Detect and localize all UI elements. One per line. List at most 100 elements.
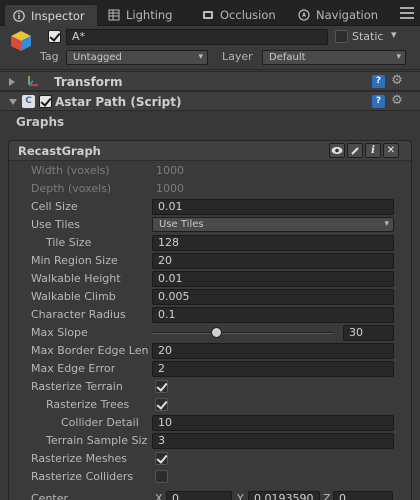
tab-inspector[interactable]: Inspector [4,4,98,26]
center-row: Center X 0 Y 0.0193590 Z 0 [0,490,420,500]
rasterize-trees-label: Rasterize Trees [46,398,130,411]
pencil-icon[interactable] [347,143,363,158]
max-border-row: Max Border Edge Len 20 [0,342,420,360]
static-label: Static [352,30,384,43]
tab-navigation[interactable]: Navigation [290,4,390,26]
astar-foldout-icon[interactable] [9,99,17,105]
center-y-label: Y [237,492,244,500]
layer-label: Layer [222,50,253,63]
object-name-field[interactable]: A* [66,29,328,45]
collider-detail-row: Collider Detail 10 [0,414,420,432]
depth-row: Depth (voxels) 1000 [0,180,420,198]
character-radius-field[interactable]: 0.1 [152,307,394,323]
width-value: 1000 [156,164,184,177]
min-region-field[interactable]: 20 [152,253,394,269]
cell-size-label: Cell Size [31,200,78,213]
close-icon[interactable]: ✕ [383,143,399,158]
astar-path-component-header[interactable]: C Astar Path (Script) ? ⚙ [0,91,420,111]
rasterize-terrain-row: Rasterize Terrain [0,378,420,396]
max-slope-label: Max Slope [31,326,88,339]
center-x-label: X [155,492,163,500]
center-y-field[interactable]: 0.0193590 [248,491,320,500]
character-radius-row: Character Radius 0.1 [0,306,420,324]
collider-detail-label: Collider Detail [61,416,139,429]
transform-title: Transform [54,75,123,89]
script-icon: C [22,95,35,108]
info-icon [13,9,25,22]
tab-bar: Inspector Lighting Occlusion Navigation [0,0,420,26]
cell-size-field[interactable]: 0.01 [152,199,394,215]
rasterize-trees-checkbox[interactable] [155,398,168,411]
tab-lighting[interactable]: Lighting [100,4,192,26]
use-tiles-row: Use Tiles Use Tiles [0,216,420,234]
graph-title: RecastGraph [18,144,101,158]
character-radius-label: Character Radius [31,308,126,321]
panel-menu-icon[interactable] [400,7,414,19]
astar-title: Astar Path (Script) [55,95,182,109]
max-border-field[interactable]: 20 [152,343,394,359]
recast-graph-header: RecastGraph i ✕ [9,141,411,161]
tag-dropdown[interactable]: Untagged [66,50,208,65]
max-border-label: Max Border Edge Len [31,344,149,357]
max-slope-slider-track[interactable] [152,332,332,334]
rasterize-terrain-label: Rasterize Terrain [31,380,123,393]
tile-size-field[interactable]: 128 [152,235,394,251]
rasterize-terrain-checkbox[interactable] [155,380,168,393]
rasterize-meshes-checkbox[interactable] [155,452,168,465]
terrain-sample-row: Terrain Sample Siz 3 [0,432,420,450]
static-dropdown-icon[interactable]: ▾ [391,28,397,41]
layer-dropdown[interactable]: Default [262,50,406,65]
walkable-climb-field[interactable]: 0.005 [152,289,394,305]
use-tiles-dropdown[interactable]: Use Tiles [152,217,394,232]
min-region-row: Min Region Size 20 [0,252,420,270]
collider-detail-field[interactable]: 10 [152,415,394,431]
tile-size-row: Tile Size 128 [0,234,420,252]
terrain-sample-field[interactable]: 3 [152,433,394,449]
max-edge-error-field[interactable]: 2 [152,361,394,377]
tab-lighting-label: Lighting [126,8,173,22]
eye-icon[interactable] [329,143,345,158]
tile-size-label: Tile Size [46,236,92,249]
use-tiles-label: Use Tiles [31,218,81,231]
walkable-height-label: Walkable Height [31,272,121,285]
static-checkbox[interactable] [335,30,348,43]
graphs-section-title: Graphs [16,115,65,129]
min-region-label: Min Region Size [31,254,118,267]
occlusion-icon [202,9,214,21]
center-z-field[interactable]: 0 [333,491,393,500]
max-slope-field[interactable]: 30 [343,325,394,341]
gameobject-cube-icon [10,30,32,55]
tab-occlusion[interactable]: Occlusion [194,4,288,26]
rasterize-colliders-row: Rasterize Colliders [0,468,420,486]
walkable-height-row: Walkable Height 0.01 [0,270,420,288]
walkable-climb-row: Walkable Climb 0.005 [0,288,420,306]
astar-enabled-checkbox[interactable] [39,95,52,108]
gear-icon[interactable]: ⚙ [390,94,404,108]
walkable-height-field[interactable]: 0.01 [152,271,394,287]
transform-component-header[interactable]: Transform ? ⚙ [0,71,420,91]
depth-label: Depth (voxels) [31,182,112,195]
lighting-icon [108,9,120,21]
help-icon[interactable]: ? [372,95,385,108]
tab-inspector-label: Inspector [31,8,85,23]
info-icon[interactable]: i [365,143,381,158]
rasterize-meshes-label: Rasterize Meshes [31,452,128,465]
rasterize-colliders-checkbox[interactable] [155,470,168,483]
object-active-checkbox[interactable] [48,30,61,43]
max-edge-error-row: Max Edge Error 2 [0,360,420,378]
rasterize-meshes-row: Rasterize Meshes [0,450,420,468]
width-label: Width (voxels) [31,164,110,177]
help-icon[interactable]: ? [372,75,385,88]
width-row: Width (voxels) 1000 [0,162,420,180]
center-label: Center [31,492,69,500]
center-x-field[interactable]: 0 [166,491,232,500]
gear-icon[interactable]: ⚙ [390,74,404,88]
max-edge-error-label: Max Edge Error [31,362,116,375]
transform-foldout-icon[interactable] [9,78,15,86]
navigation-icon [298,9,310,21]
max-slope-row: Max Slope 30 [0,324,420,342]
depth-value: 1000 [156,182,184,195]
tab-occlusion-label: Occlusion [220,8,276,22]
max-slope-slider-thumb[interactable] [211,327,222,338]
cell-size-row: Cell Size 0.01 [0,198,420,216]
